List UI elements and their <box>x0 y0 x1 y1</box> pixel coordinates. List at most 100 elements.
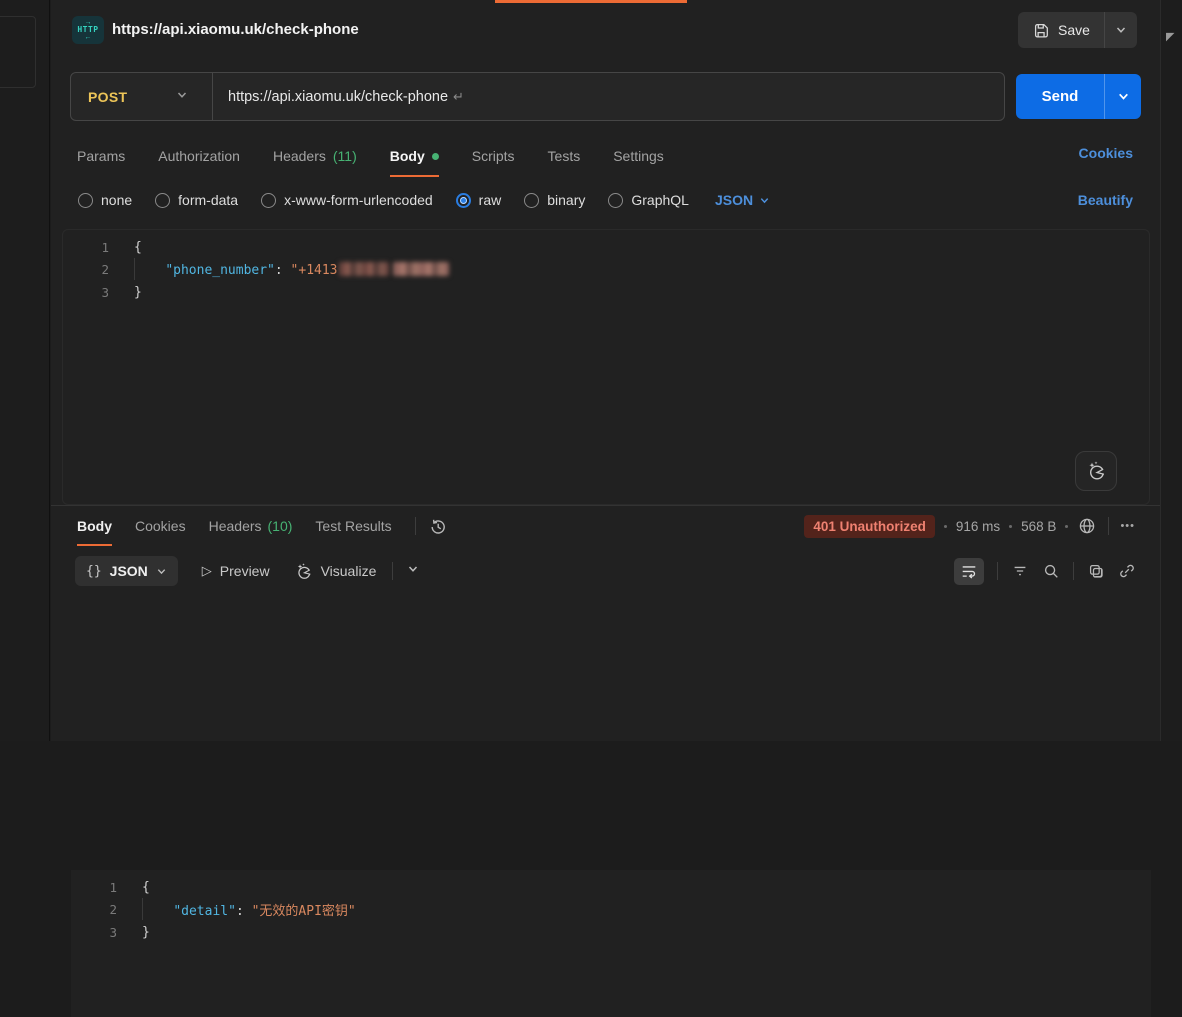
save-split-button[interactable]: Save <box>1018 12 1137 48</box>
tab-params[interactable]: Params <box>77 135 125 177</box>
preview-button[interactable]: ▷ Preview <box>202 563 270 579</box>
line-number: 3 <box>63 285 109 300</box>
response-tab-cookies[interactable]: Cookies <box>135 506 186 546</box>
divider <box>415 517 416 535</box>
search-button[interactable] <box>1042 562 1060 580</box>
postbot-icon <box>1085 460 1107 482</box>
mouse-cursor-icon: ◤ <box>1166 30 1174 43</box>
response-toolbar: {} JSON ▷ Preview Visualize <box>51 552 1160 590</box>
mode-binary[interactable]: binary <box>524 192 585 208</box>
response-history-button[interactable] <box>428 508 448 546</box>
indent-guide <box>134 258 135 280</box>
save-button[interactable]: Save <box>1018 12 1105 48</box>
code-line: 3 } <box>63 281 1149 304</box>
response-tab-headers[interactable]: Headers(10) <box>209 506 293 546</box>
code-line: 2 "detail": "无效的API密钥" <box>71 899 1151 922</box>
response-body-editor[interactable]: 1 { 2 "detail": "无效的API密钥" 3 } <box>71 870 1151 1017</box>
mode-label: raw <box>479 192 502 208</box>
format-label: JSON <box>110 563 148 579</box>
code-line: 1 { <box>63 236 1149 259</box>
visualize-button[interactable]: Visualize <box>294 562 377 581</box>
sidebar-partial-panel <box>0 16 36 88</box>
postbot-button[interactable] <box>1075 451 1117 491</box>
chevron-down-icon <box>176 89 188 101</box>
language-selector[interactable]: JSON <box>715 192 770 208</box>
tab-body[interactable]: Body <box>390 135 439 177</box>
method-selector-caret[interactable] <box>176 88 212 106</box>
tab-scripts[interactable]: Scripts <box>472 135 515 177</box>
line-number: 1 <box>71 880 117 895</box>
request-body-editor[interactable]: 1 { 2 "phone_number": "+1413 3 } <box>62 229 1150 505</box>
send-split-button[interactable]: Send <box>1016 74 1141 119</box>
visualize-sparkle-icon <box>294 562 313 581</box>
tab-authorization[interactable]: Authorization <box>158 135 240 177</box>
visualize-options-caret[interactable] <box>407 562 419 580</box>
send-button[interactable]: Send <box>1016 74 1105 119</box>
url-input[interactable]: https://api.xiaomu.uk/check-phone↵ <box>213 89 464 105</box>
save-label: Save <box>1058 22 1090 38</box>
indent <box>142 904 173 919</box>
response-more-menu[interactable]: ••• <box>1120 520 1135 532</box>
tab-label: Headers <box>209 518 262 534</box>
tab-tests[interactable]: Tests <box>548 135 581 177</box>
tab-label: Scripts <box>472 148 515 164</box>
cookies-link[interactable]: Cookies <box>1079 145 1133 161</box>
dot-separator <box>1065 525 1068 528</box>
chevron-down-icon <box>156 566 167 577</box>
tab-label: Body <box>390 148 425 164</box>
json-value: "无效的API密钥" <box>252 904 356 919</box>
radio-icon <box>261 193 276 208</box>
response-meta: 401 Unauthorized 916 ms 568 B ••• <box>804 506 1135 546</box>
tab-settings[interactable]: Settings <box>613 135 664 177</box>
chevron-down-icon <box>1117 90 1130 103</box>
chevron-down-icon <box>759 195 770 206</box>
send-options-button[interactable] <box>1105 74 1141 119</box>
radio-icon <box>155 193 170 208</box>
code-line: 3 } <box>71 921 1151 944</box>
url-bar: POST https://api.xiaomu.uk/check-phone↵ <box>70 72 1005 121</box>
wrap-text-button[interactable] <box>954 558 984 585</box>
globe-icon <box>1077 516 1097 536</box>
mode-label: x-www-form-urlencoded <box>284 192 433 208</box>
tab-label: Headers <box>273 148 326 164</box>
mode-raw[interactable]: raw <box>456 192 502 208</box>
braces-icon: {} <box>86 564 102 579</box>
response-format-selector[interactable]: {} JSON <box>75 556 178 586</box>
line-number: 2 <box>71 902 117 917</box>
line-number: 2 <box>63 262 109 277</box>
beautify-link[interactable]: Beautify <box>1078 192 1133 208</box>
response-time[interactable]: 916 ms <box>956 519 1000 534</box>
response-size[interactable]: 568 B <box>1021 519 1056 534</box>
colon: : <box>275 263 291 278</box>
response-tab-test-results[interactable]: Test Results <box>315 506 391 546</box>
network-info-button[interactable] <box>1077 516 1097 536</box>
mode-none[interactable]: none <box>78 192 132 208</box>
brace: { <box>142 880 150 895</box>
divider <box>997 562 998 580</box>
request-tabs: Params Authorization Headers(11) Body Sc… <box>51 135 1160 177</box>
mode-graphql[interactable]: GraphQL <box>608 192 689 208</box>
method-selector[interactable]: POST <box>71 89 176 105</box>
link-button[interactable] <box>1118 562 1136 580</box>
copy-icon <box>1087 562 1105 580</box>
line-number: 1 <box>63 240 109 255</box>
play-outline-icon: ▷ <box>202 563 212 579</box>
status-badge[interactable]: 401 Unauthorized <box>804 515 935 538</box>
filter-button[interactable] <box>1011 562 1029 580</box>
body-mode-row: none form-data x-www-form-urlencoded raw… <box>51 184 1160 216</box>
save-options-button[interactable] <box>1105 12 1137 48</box>
divider <box>1073 562 1074 580</box>
code-line: 2 "phone_number": "+1413 <box>63 259 1149 282</box>
response-tab-body[interactable]: Body <box>77 506 112 546</box>
tab-headers[interactable]: Headers(11) <box>273 135 357 177</box>
json-key: "detail" <box>173 904 236 919</box>
line-number: 3 <box>71 925 117 940</box>
code-text: "phone_number": "+1413 <box>109 262 449 278</box>
mode-x-www-form-urlencoded[interactable]: x-www-form-urlencoded <box>261 192 433 208</box>
mode-form-data[interactable]: form-data <box>155 192 238 208</box>
json-value-visible: "+1413 <box>291 263 338 278</box>
code-text: "detail": "无效的API密钥" <box>117 900 356 919</box>
filter-icon <box>1011 562 1029 580</box>
copy-button[interactable] <box>1087 562 1105 580</box>
json-key: "phone_number" <box>165 263 275 278</box>
